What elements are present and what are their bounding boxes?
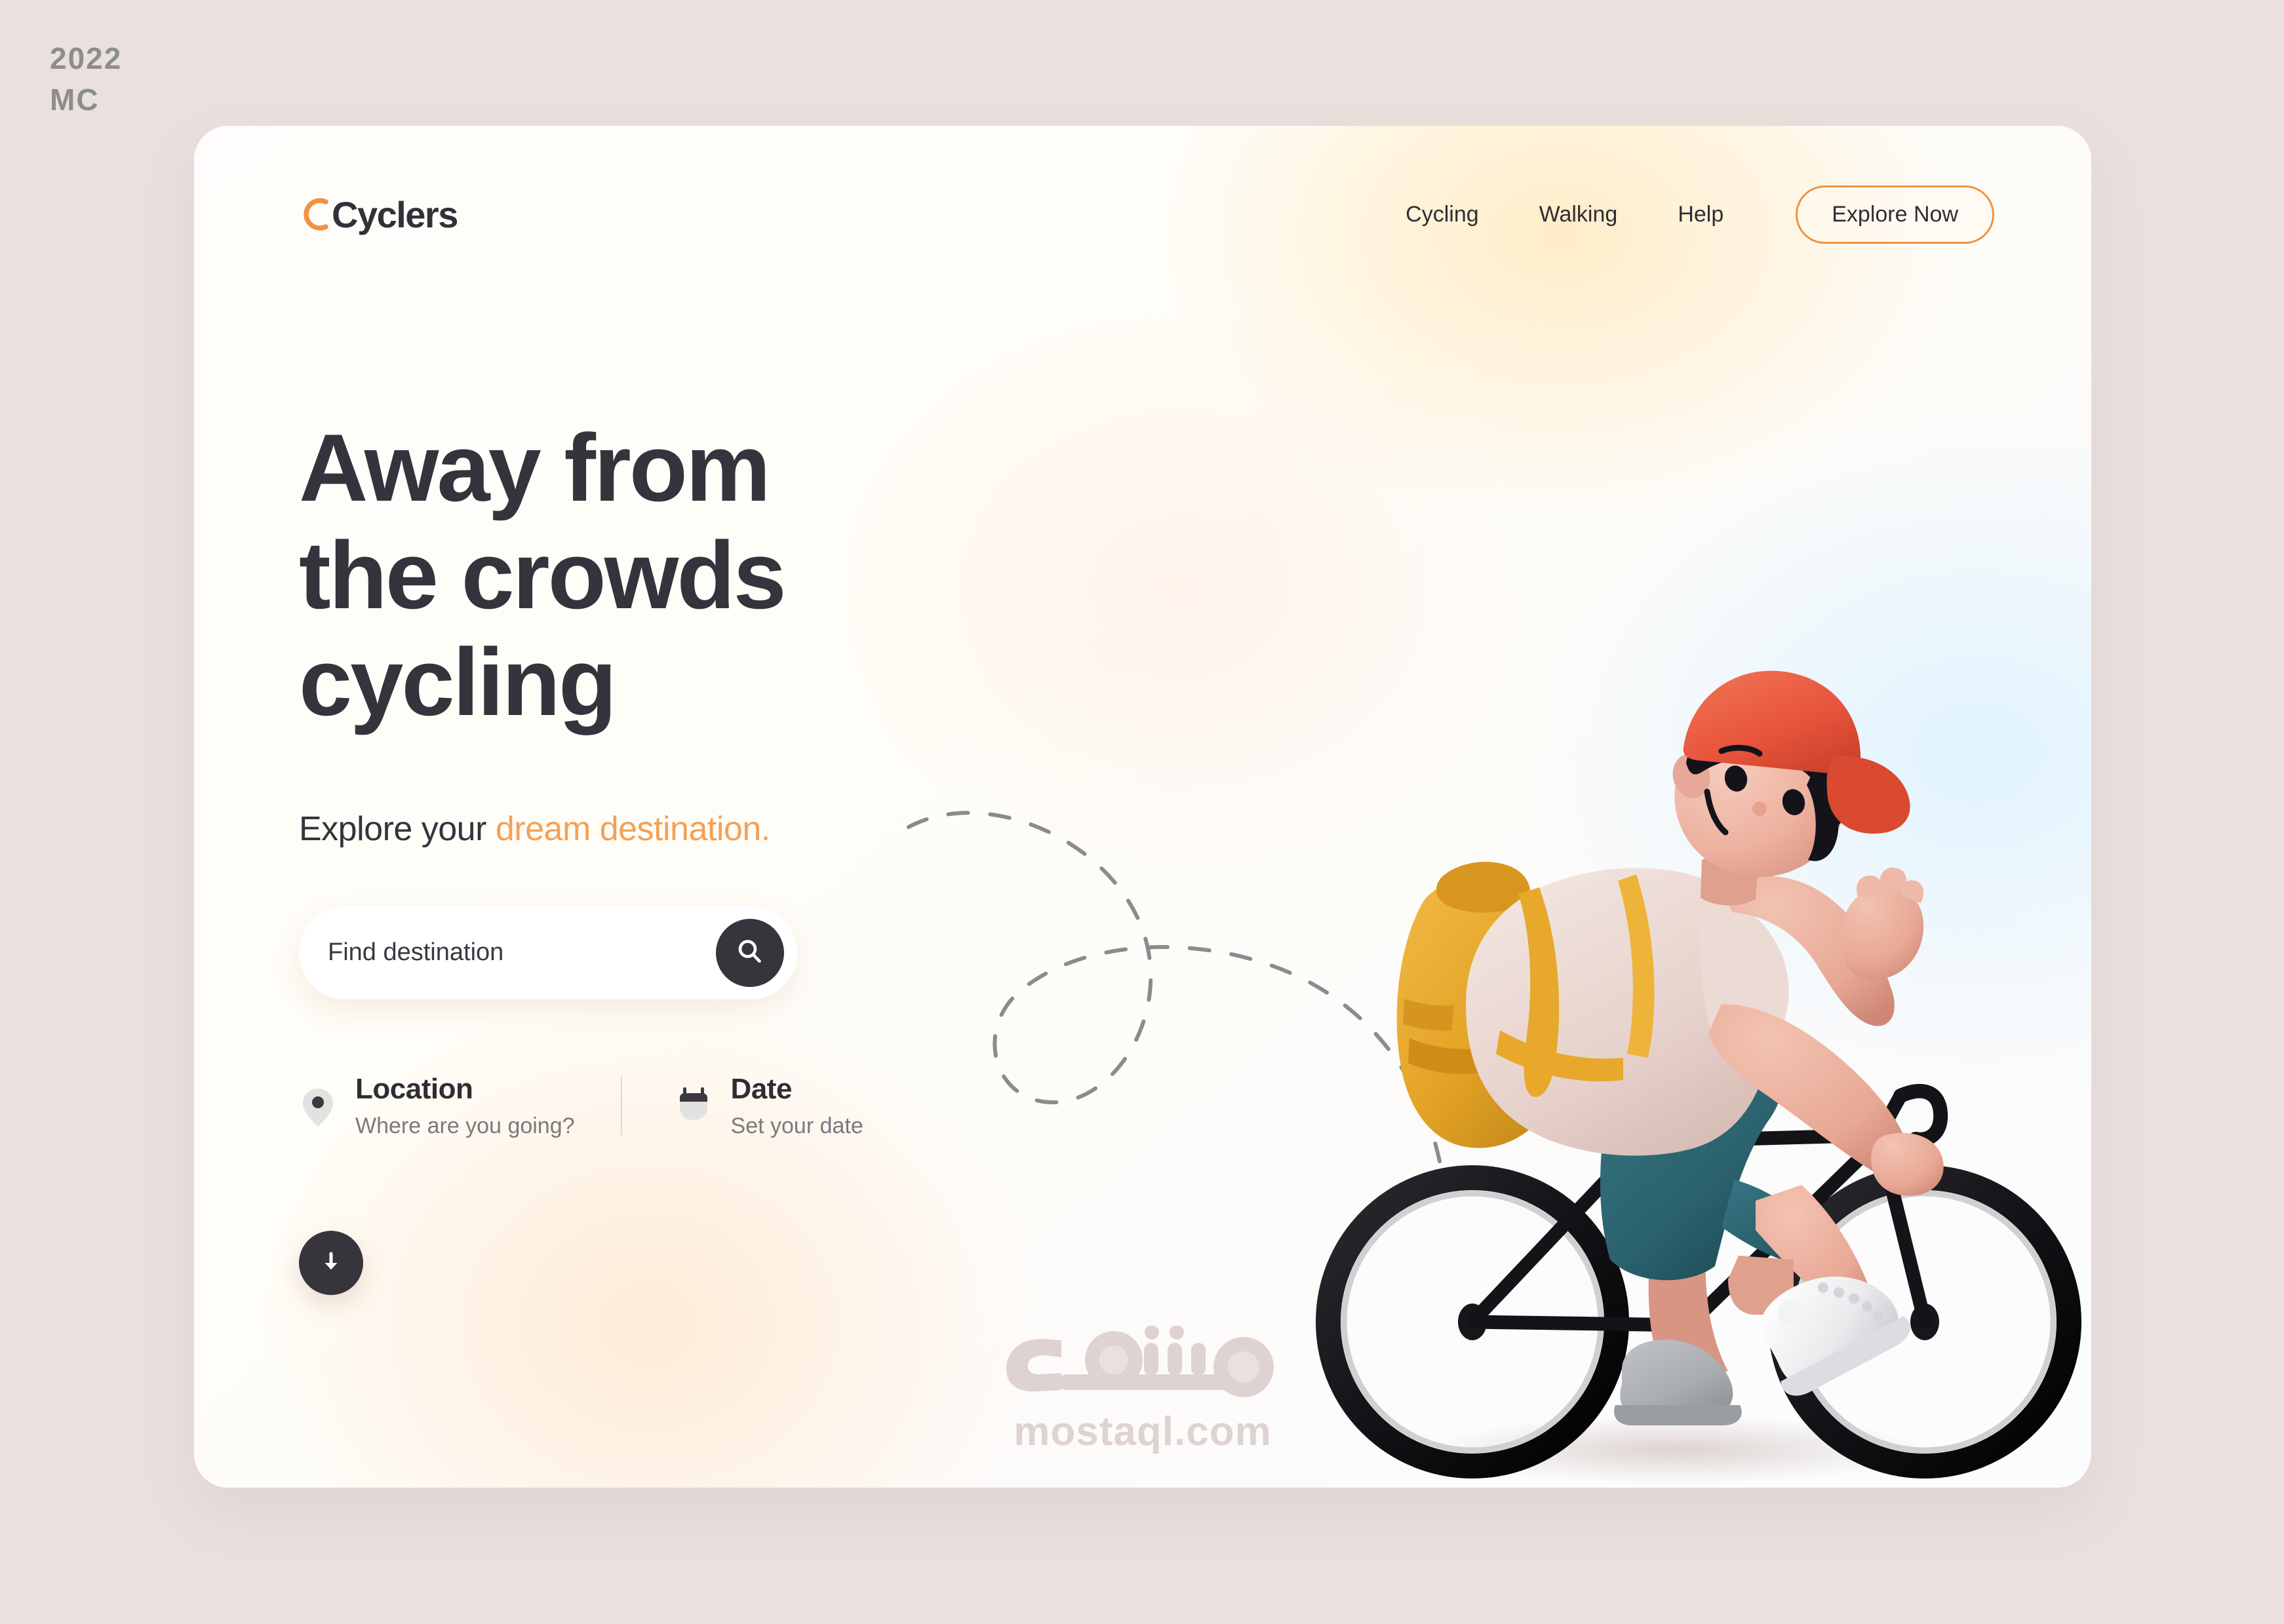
logo-arc-icon: [299, 197, 334, 232]
headline-line-3: cycling: [299, 628, 617, 736]
location-text-group: Location Where are you going?: [355, 1073, 575, 1139]
hero-subtitle: Explore your dream destination.: [299, 809, 1184, 849]
explore-now-button[interactable]: Explore Now: [1796, 185, 1994, 244]
stamp-year: 2022: [50, 41, 123, 75]
subtitle-plain: Explore your: [299, 809, 496, 848]
brand-logo[interactable]: Cyclers: [299, 193, 458, 236]
hero-card: Cyclers Cycling Walking Help Explore Now…: [194, 126, 2091, 1488]
map-pin-icon: [299, 1085, 337, 1131]
scroll-down-button[interactable]: [299, 1230, 363, 1295]
watermark-arabic-logo: [1006, 1326, 1274, 1397]
page-title: Away from the crowds cycling: [299, 414, 1184, 736]
location-label: Location: [355, 1072, 473, 1105]
headline-line-1: Away from: [299, 414, 771, 521]
date-hint: Set your date: [730, 1113, 863, 1138]
nav-item-walking[interactable]: Walking: [1518, 202, 1639, 227]
location-field[interactable]: Location Where are you going?: [299, 1073, 621, 1139]
date-field[interactable]: Date Set your date: [622, 1073, 909, 1139]
hero-content: Away from the crowds cycling Explore you…: [299, 414, 1184, 1295]
brand-name: Cyclers: [332, 193, 458, 235]
date-text-group: Date Set your date: [731, 1073, 863, 1139]
corner-stamp: 2022 MC: [50, 38, 122, 121]
headline-line-2: the crowds: [299, 521, 787, 628]
trip-meta-row: Location Where are you going? Date Set y…: [299, 1073, 1184, 1139]
main-nav: Cycling Walking Help Explore Now: [1385, 185, 1994, 244]
search-bar[interactable]: [299, 906, 797, 999]
date-label: Date: [730, 1072, 793, 1105]
location-hint: Where are you going?: [355, 1113, 575, 1138]
stamp-initials: MC: [50, 83, 100, 117]
subtitle-accent: dream destination.: [495, 809, 770, 848]
search-icon: [735, 937, 765, 969]
nav-item-cycling[interactable]: Cycling: [1385, 202, 1499, 227]
search-input[interactable]: [328, 938, 716, 967]
calendar-icon: [675, 1085, 713, 1131]
cyclist-3d-illustration: [1316, 670, 2081, 1484]
watermark-domain: mostaql.com: [1014, 1409, 1272, 1454]
nav-item-help[interactable]: Help: [1657, 202, 1744, 227]
arrow-down-icon: [317, 1247, 345, 1278]
site-header: Cyclers Cycling Walking Help Explore Now: [194, 126, 2091, 303]
search-button[interactable]: [716, 918, 784, 987]
